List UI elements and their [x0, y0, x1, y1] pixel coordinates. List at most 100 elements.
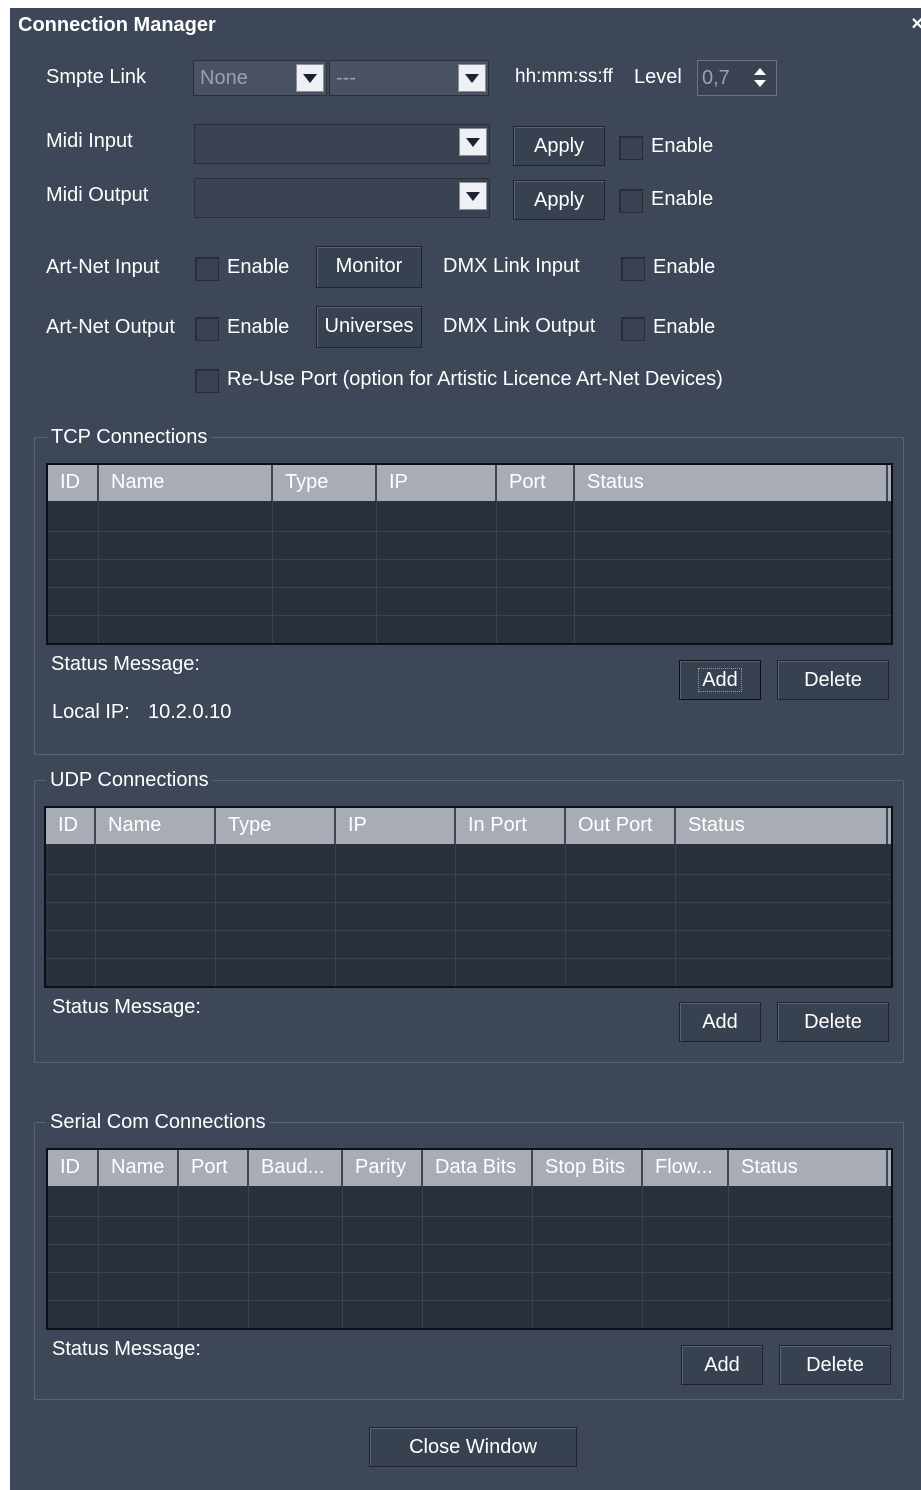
artnet-input-label: Art-Net Input [46, 256, 160, 278]
grid-line [48, 587, 891, 588]
midi-output-enable-checkbox[interactable] [619, 189, 643, 213]
column-header-id[interactable]: ID [48, 465, 99, 501]
column-header-ip[interactable]: IP [377, 465, 497, 501]
serial-connections-table[interactable]: ID Name Port Baud... Parity Data Bits St… [46, 1148, 893, 1330]
midi-input-enable-label: Enable [651, 135, 714, 157]
grid-line [342, 1186, 343, 1328]
column-header-label: Status [587, 471, 644, 493]
table-header: ID Name Type IP Port Status [48, 465, 891, 501]
monitor-button[interactable]: Monitor [316, 246, 422, 288]
column-header-name[interactable]: Name [99, 465, 273, 501]
level-spinbox[interactable]: 0,7 [697, 60, 777, 96]
column-header-label: IP [389, 471, 408, 493]
midi-output-apply-button[interactable]: Apply [513, 180, 605, 220]
grid-line [675, 844, 676, 986]
column-header-name[interactable]: Name [96, 808, 216, 844]
column-header-port[interactable]: Port [179, 1150, 249, 1186]
serial-status-message-label: Status Message: [52, 1338, 201, 1360]
udp-status-message-label: Status Message: [52, 996, 201, 1018]
chevron-down-icon[interactable] [459, 182, 487, 210]
chevron-down-icon[interactable] [458, 64, 486, 92]
dmx-link-output-enable-checkbox[interactable] [621, 317, 645, 341]
column-header-port[interactable]: Port [497, 465, 575, 501]
tcp-delete-button[interactable]: Delete [777, 660, 889, 700]
grid-line [98, 501, 99, 643]
column-header-label: Type [285, 471, 329, 493]
udp-connections-title: UDP Connections [46, 769, 213, 792]
grid-line [46, 930, 891, 931]
universes-button[interactable]: Universes [316, 306, 422, 348]
column-header-label: Status [741, 1156, 798, 1178]
column-header-label: ID [60, 1156, 80, 1178]
serial-delete-button[interactable]: Delete [779, 1345, 891, 1385]
artnet-output-enable-checkbox[interactable] [195, 317, 219, 341]
column-header-id[interactable]: ID [48, 1150, 99, 1186]
tcp-connections-table[interactable]: ID Name Type IP Port Status [46, 463, 893, 645]
column-header-baud[interactable]: Baud... [249, 1150, 343, 1186]
column-header-data-bits[interactable]: Data Bits [423, 1150, 533, 1186]
column-header-label: Port [509, 471, 546, 493]
dmx-link-output-enable-label: Enable [653, 316, 716, 338]
spin-up-icon[interactable] [754, 68, 766, 75]
smpte-source-value: None [200, 67, 248, 89]
column-header-label: ID [58, 814, 78, 836]
close-window-button[interactable]: Close Window [369, 1427, 577, 1467]
smpte-second-select[interactable]: --- [329, 60, 489, 96]
grid-line [642, 1186, 643, 1328]
column-header-status[interactable]: Status [676, 808, 888, 844]
column-header-stop-bits[interactable]: Stop Bits [533, 1150, 643, 1186]
grid-line [335, 844, 336, 986]
midi-output-enable-label: Enable [651, 188, 714, 210]
midi-input-select[interactable] [194, 124, 490, 164]
smpte-source-select[interactable]: None [193, 60, 327, 96]
column-header-type[interactable]: Type [273, 465, 377, 501]
udp-add-button[interactable]: Add [679, 1002, 761, 1042]
column-header-status[interactable]: Status [729, 1150, 888, 1186]
column-header-type[interactable]: Type [216, 808, 336, 844]
column-header-label: IP [348, 814, 367, 836]
artnet-output-label: Art-Net Output [46, 316, 175, 338]
column-header-label: Stop Bits [545, 1156, 626, 1178]
udp-connections-table[interactable]: ID Name Type IP In Port Out Port Status [44, 806, 893, 988]
grid-line [248, 1186, 249, 1328]
artnet-input-enable-checkbox[interactable] [195, 257, 219, 281]
reuse-port-label: Re-Use Port (option for Artistic Licence… [227, 368, 723, 390]
spin-down-icon[interactable] [754, 80, 766, 87]
column-header-ip[interactable]: IP [336, 808, 456, 844]
table-header: ID Name Type IP In Port Out Port Status [46, 808, 891, 844]
dmx-link-input-enable-checkbox[interactable] [621, 257, 645, 281]
column-header-parity[interactable]: Parity [343, 1150, 423, 1186]
udp-delete-button[interactable]: Delete [777, 1002, 889, 1042]
midi-input-enable-checkbox[interactable] [619, 136, 643, 160]
column-header-flow[interactable]: Flow... [643, 1150, 729, 1186]
tcp-connections-title: TCP Connections [47, 426, 212, 449]
local-ip-label: Local IP: [52, 701, 130, 723]
grid-line [728, 1186, 729, 1328]
column-header-label: Name [111, 1156, 165, 1178]
smpte-second-value: --- [336, 67, 356, 89]
column-header-in-port[interactable]: In Port [456, 808, 566, 844]
grid-line [46, 902, 891, 903]
title-bar: Connection Manager × [10, 8, 921, 42]
midi-output-select[interactable] [194, 178, 490, 218]
chevron-down-icon[interactable] [296, 64, 324, 92]
grid-line [272, 501, 273, 643]
tcp-status-message-label: Status Message: [51, 653, 200, 675]
column-header-id[interactable]: ID [46, 808, 96, 844]
tcp-add-label: Add [698, 668, 742, 692]
level-label: Level [634, 66, 682, 88]
close-icon[interactable]: × [911, 13, 921, 36]
grid-line [48, 1244, 891, 1245]
column-header-label: In Port [468, 814, 527, 836]
column-header-status[interactable]: Status [575, 465, 888, 501]
tcp-add-button[interactable]: Add [679, 660, 761, 700]
serial-add-button[interactable]: Add [681, 1345, 763, 1385]
reuse-port-checkbox[interactable] [195, 369, 219, 393]
chevron-down-icon[interactable] [459, 128, 487, 156]
column-header-name[interactable]: Name [99, 1150, 179, 1186]
column-header-out-port[interactable]: Out Port [566, 808, 676, 844]
window-title: Connection Manager [18, 14, 216, 36]
artnet-input-enable-label: Enable [227, 256, 290, 278]
midi-input-apply-button[interactable]: Apply [513, 126, 605, 166]
midi-input-label: Midi Input [46, 130, 133, 152]
